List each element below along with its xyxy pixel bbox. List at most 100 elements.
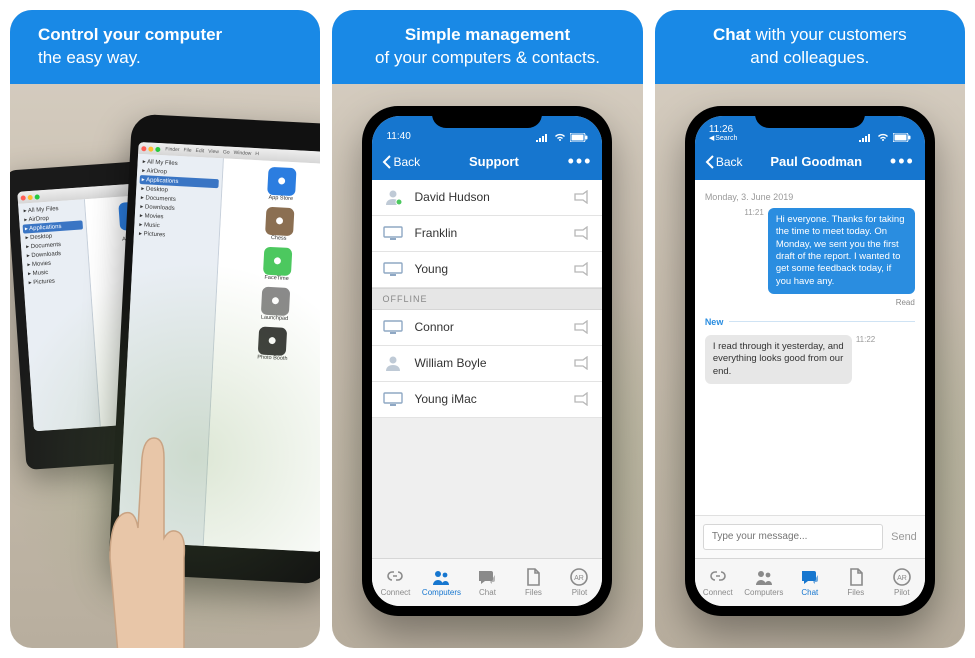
section-offline: OFFLINE	[372, 288, 602, 310]
finder-menu-item: Window	[234, 150, 252, 157]
wifi-icon	[553, 133, 567, 142]
finder-menu-item: View	[208, 148, 219, 155]
tab-label: Connect	[381, 588, 411, 597]
chat-icon	[800, 568, 820, 586]
battery-icon	[570, 133, 588, 142]
signal-icon	[536, 133, 550, 142]
tab-computers[interactable]: Computers	[741, 559, 787, 606]
tab-label: Files	[525, 588, 542, 597]
back-button[interactable]: Back	[705, 155, 743, 169]
action-icon[interactable]	[572, 356, 592, 370]
promo-panel-2: Simple management of your computers & co…	[332, 10, 642, 648]
contact-row[interactable]: David Hudson	[372, 180, 602, 216]
status-time: 11:40	[386, 131, 410, 142]
tab-files[interactable]: Files	[833, 559, 879, 606]
app-label: FaceTime	[263, 274, 291, 281]
finder-menu-item: Finder	[166, 146, 180, 153]
action-icon[interactable]	[572, 262, 592, 276]
nav-bar: Back Paul Goodman •••	[695, 144, 925, 180]
notch-icon	[755, 106, 865, 128]
banner-3: Chat with your customers and colleagues.	[655, 10, 965, 84]
pilot-icon: AR	[570, 568, 588, 586]
back-label: Back	[716, 155, 743, 169]
app-label: App Store	[267, 195, 295, 202]
people-icon	[754, 568, 774, 586]
message-time: 11:21	[744, 208, 763, 217]
tab-pilot[interactable]: AR Pilot	[879, 559, 925, 606]
tab-label: Computers	[744, 588, 783, 597]
chat-input[interactable]	[703, 524, 883, 550]
contact-row[interactable]: Young	[372, 252, 602, 288]
promo-panel-3: Chat with your customers and colleagues.…	[655, 10, 965, 648]
message-bubble: I read through it yesterday, and everyth…	[705, 335, 852, 384]
tab-label: Pilot	[894, 588, 910, 597]
contact-row[interactable]: William Boyle	[372, 346, 602, 382]
link-icon	[386, 568, 404, 586]
tab-label: Connect	[703, 588, 733, 597]
contact-row[interactable]: Young iMac	[372, 382, 602, 418]
message-time: 11:22	[856, 335, 875, 344]
tab-connect[interactable]: Connect	[372, 559, 418, 606]
banner-3-light-a: with your customers	[751, 25, 907, 44]
tab-bar: Connect Computers Chat Files AR Pilot	[695, 558, 925, 606]
new-label: New	[705, 317, 724, 327]
person-icon	[382, 354, 404, 372]
svg-text:AR: AR	[897, 575, 907, 582]
wifi-icon	[876, 133, 890, 142]
breadcrumb-back[interactable]: ◀ Search	[709, 135, 738, 142]
chat-icon	[477, 568, 497, 586]
banner-1: Control your computer the easy way.	[10, 10, 320, 84]
close-dot-icon	[142, 145, 147, 150]
tab-computers[interactable]: Computers	[418, 559, 464, 606]
contact-name: Young iMac	[414, 392, 572, 406]
finder-window-phone: FinderFileEditViewGoWindowH ▸ All My Fil…	[118, 142, 320, 552]
finder-menu-item: Edit	[196, 148, 205, 154]
message-bubble: Hi everyone. Thanks for taking the time …	[768, 208, 915, 294]
finder-menu-item: File	[184, 147, 192, 153]
tab-label: Chat	[801, 588, 818, 597]
chevron-left-icon	[382, 155, 391, 169]
new-divider: New	[705, 317, 915, 327]
read-receipt: Read	[705, 298, 915, 307]
nav-bar: Back Support •••	[372, 144, 602, 180]
more-button[interactable]: •••	[568, 151, 593, 172]
phone-mockup-1: FinderFileEditViewGoWindowH ▸ All My Fil…	[108, 113, 320, 584]
battery-icon	[893, 133, 911, 142]
action-icon[interactable]	[572, 320, 592, 334]
tab-files[interactable]: Files	[510, 559, 556, 606]
tab-chat[interactable]: Chat	[787, 559, 833, 606]
message-in: I read through it yesterday, and everyth…	[705, 335, 915, 384]
message-out: 11:21 Hi everyone. Thanks for taking the…	[705, 208, 915, 294]
back-button[interactable]: Back	[382, 155, 420, 169]
contact-name: Franklin	[414, 226, 572, 240]
tab-label: Files	[847, 588, 864, 597]
contact-row[interactable]: Connor	[372, 310, 602, 346]
app-icon: ●	[261, 286, 290, 315]
zoom-dot-icon	[156, 146, 161, 151]
chat-date: Monday, 3. June 2019	[705, 192, 915, 202]
tab-pilot[interactable]: AR Pilot	[556, 559, 602, 606]
svg-text:AR: AR	[575, 575, 585, 582]
app-icon: ●	[265, 207, 294, 236]
tab-label: Pilot	[572, 588, 588, 597]
finder-menu-item: H	[256, 151, 260, 157]
send-button[interactable]: Send	[891, 531, 917, 543]
app-icon: ●	[267, 167, 296, 196]
back-label: Back	[393, 155, 420, 169]
contact-row[interactable]: Franklin	[372, 216, 602, 252]
chat-body[interactable]: Monday, 3. June 2019 11:21 Hi everyone. …	[695, 180, 925, 515]
more-button[interactable]: •••	[890, 151, 915, 172]
banner-3-strong: Chat	[713, 25, 751, 44]
monitor-icon	[382, 390, 404, 408]
tab-chat[interactable]: Chat	[464, 559, 510, 606]
link-icon	[709, 568, 727, 586]
person-icon	[382, 188, 404, 206]
action-icon[interactable]	[572, 190, 592, 204]
banner-3-light-b: and colleagues.	[750, 48, 869, 67]
tab-connect[interactable]: Connect	[695, 559, 741, 606]
contact-name: Connor	[414, 320, 572, 334]
action-icon[interactable]	[572, 226, 592, 240]
contact-list[interactable]: David Hudson Franklin Young OFFLINE Conn…	[372, 180, 602, 558]
scene-1: ▸ All My Files▸ AirDrop▸ Applications▸ D…	[10, 84, 320, 648]
action-icon[interactable]	[572, 392, 592, 406]
